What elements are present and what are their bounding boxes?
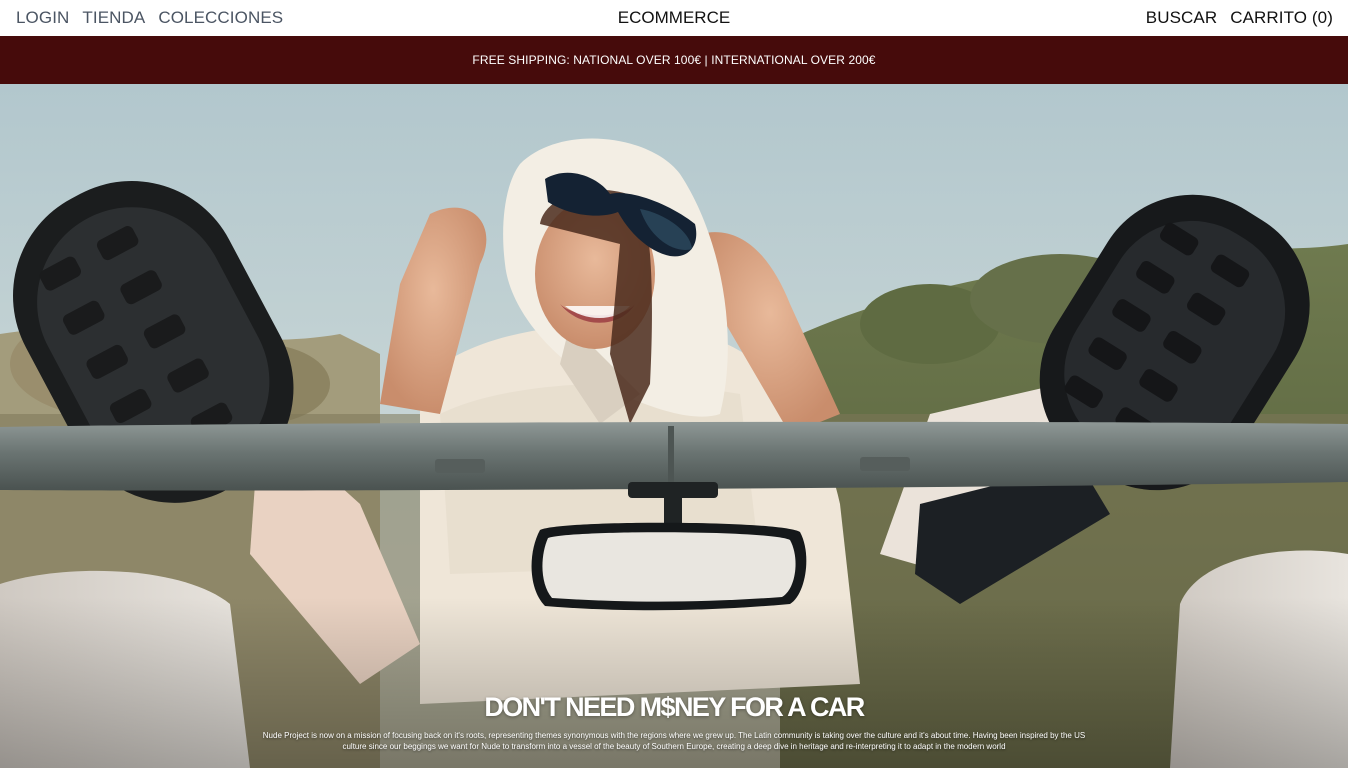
nav-search-link[interactable]: BUSCAR — [1146, 8, 1217, 28]
site-header: LOGIN TIENDA COLECCIONES ECOMMERCE BUSCA… — [0, 0, 1348, 36]
nav-login-link[interactable]: LOGIN — [16, 8, 69, 28]
utility-nav: BUSCAR CARRITO (0) — [1146, 8, 1333, 28]
nav-collections-link[interactable]: COLECCIONES — [158, 8, 283, 28]
announcement-text: FREE SHIPPING: NATIONAL OVER 100€ | INTE… — [472, 53, 876, 67]
brand-logo-link[interactable]: ECOMMERCE — [618, 0, 730, 36]
nav-shop-link[interactable]: TIENDA — [82, 8, 145, 28]
nav-cart-link[interactable]: CARRITO (0) — [1230, 8, 1333, 28]
announcement-bar: FREE SHIPPING: NATIONAL OVER 100€ | INTE… — [0, 36, 1348, 84]
hero-banner: DON'T NEED M$NEY FOR A CAR Nude Project … — [0, 84, 1348, 768]
hero-description: Nude Project is now on a mission of focu… — [262, 731, 1086, 751]
primary-nav: LOGIN TIENDA COLECCIONES — [16, 8, 283, 28]
hero-image — [0, 84, 1348, 768]
hero-headline: DON'T NEED M$NEY FOR A CAR — [484, 692, 865, 722]
